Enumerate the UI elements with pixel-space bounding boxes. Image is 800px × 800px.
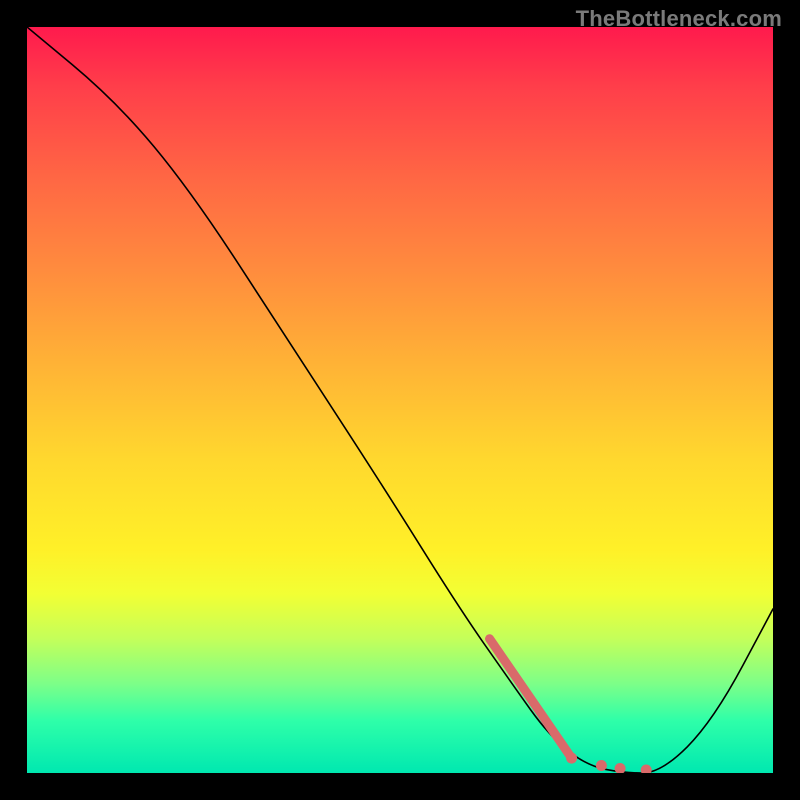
chart-svg — [27, 27, 773, 773]
highlight-dot — [615, 763, 626, 773]
highlight-dot — [566, 753, 577, 764]
bottleneck-curve — [27, 27, 773, 773]
plot-area — [27, 27, 773, 773]
highlight-dot — [596, 760, 607, 771]
watermark-text: TheBottleneck.com — [576, 6, 782, 32]
highlight-segment — [490, 639, 572, 758]
chart-frame: TheBottleneck.com — [0, 0, 800, 800]
highlight-dot — [641, 765, 652, 773]
